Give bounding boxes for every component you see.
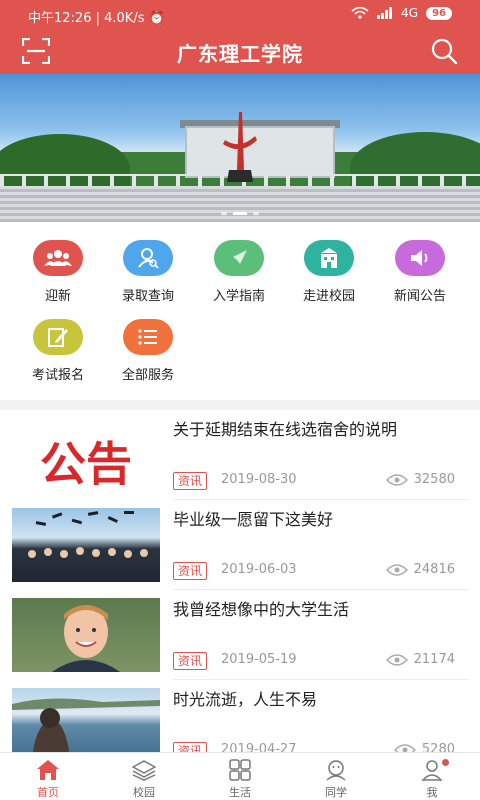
news-title: 我曾经想像中的大学生活: [173, 600, 350, 619]
menu-label: 走进校园: [302, 289, 355, 304]
carousel-dot[interactable]: [253, 212, 259, 215]
tab-campus[interactable]: 校园: [96, 753, 192, 800]
status-time: 中午12:26 | 4.0K/s ⏰: [28, 11, 165, 26]
grid-icon: [229, 759, 251, 781]
signal-icon: [377, 7, 393, 19]
menu-label: 考试报名: [31, 368, 84, 383]
school-building-icon: [304, 240, 354, 276]
menu-item-admission-query[interactable]: 录取查询: [103, 240, 193, 304]
network-type: 4G: [401, 6, 419, 20]
carousel-dots: [0, 212, 480, 215]
menu-item-campus-tour[interactable]: 走进校园: [284, 240, 374, 304]
section-divider: [0, 400, 480, 410]
views-count: 21174: [413, 652, 455, 667]
people-icon: [33, 240, 83, 276]
battery-badge: 96: [426, 6, 452, 20]
carousel-dot[interactable]: [221, 212, 227, 215]
search-icon[interactable]: [430, 37, 458, 65]
eye-icon: [385, 473, 408, 486]
news-item[interactable]: 毕业级一愿留下这美好 资讯 2019-06-03 24816: [0, 500, 480, 590]
news-views: 32580: [385, 472, 455, 487]
tab-label: 校园: [133, 786, 155, 799]
menu-item-all-services[interactable]: 全部服务: [103, 319, 193, 383]
news-views: 21174: [385, 652, 455, 667]
speaker-icon: [395, 240, 445, 276]
news-tag: 资讯: [173, 472, 208, 490]
notification-dot: [442, 759, 449, 766]
home-icon: [37, 760, 59, 780]
news-tag: 资讯: [173, 652, 208, 670]
list-icon: [123, 319, 173, 355]
news-views: 24816: [385, 562, 455, 577]
news-date: 2019-06-03: [221, 562, 297, 577]
status-right: 4G 96: [351, 6, 452, 20]
banner-carousel[interactable]: [0, 74, 480, 222]
carousel-dot-active[interactable]: [233, 212, 247, 215]
views-count: 32580: [413, 472, 455, 487]
news-title: 关于延期结束在线选宿舍的说明: [173, 420, 398, 439]
menu-item-enrollment-guide[interactable]: 入学指南: [194, 240, 284, 304]
status-bar: 中午12:26 | 4.0K/s ⏰ 4G 96: [0, 0, 480, 28]
tab-home[interactable]: 首页: [0, 753, 96, 800]
news-item[interactable]: 公告 关于延期结束在线选宿舍的说明 资讯 2019-08-30 32580: [0, 410, 480, 500]
news-title: 毕业级一愿留下这美好: [173, 510, 334, 529]
tab-label: 生活: [229, 786, 251, 799]
news-thumbnail: 公告: [12, 418, 160, 492]
wifi-icon: [351, 7, 369, 19]
classmates-icon: [326, 760, 346, 781]
alarm-icon: ⏰: [148, 11, 165, 26]
menu-label: 录取查询: [121, 289, 174, 304]
menu-item-exam-signup[interactable]: 考试报名: [13, 319, 103, 383]
tab-classmates[interactable]: 同学: [288, 753, 384, 800]
user-search-icon: [123, 240, 173, 276]
news-thumbnail: [12, 508, 160, 582]
service-menu: 迎新 录取查询 入学指南 走进校园 新闻公告 考试报名 全部服务: [0, 222, 480, 400]
news-thumbnail: [12, 688, 160, 762]
news-title: 时光流逝，人生不易: [173, 690, 318, 709]
page-title: 广东理工学院: [177, 42, 303, 66]
news-item[interactable]: 我曾经想像中的大学生活 资讯 2019-05-19 21174: [0, 590, 480, 680]
edit-form-icon: [33, 319, 83, 355]
eye-icon: [385, 563, 408, 576]
notice-thumb-text: 公告: [40, 437, 132, 491]
tab-label: 同学: [325, 786, 347, 799]
menu-item-welcome[interactable]: 迎新: [13, 240, 103, 304]
menu-label: 新闻公告: [393, 289, 446, 304]
tab-label: 我: [426, 786, 438, 799]
news-tag: 资讯: [173, 562, 208, 580]
layers-icon: [132, 760, 156, 781]
tab-me[interactable]: 我: [384, 753, 480, 800]
compass-icon: [214, 240, 264, 276]
views-count: 24816: [413, 562, 455, 577]
news-date: 2019-05-19: [221, 652, 297, 667]
tab-label: 首页: [37, 786, 59, 799]
user-icon: [421, 760, 443, 781]
news-thumbnail: [12, 598, 160, 672]
banner-sculpture: [223, 112, 257, 182]
menu-label: 迎新: [44, 289, 71, 304]
bottom-tab-bar: 首页 校园 生活 同学 我: [0, 752, 480, 800]
menu-item-news[interactable]: 新闻公告: [375, 240, 465, 304]
eye-icon: [385, 653, 408, 666]
menu-label: 入学指南: [212, 289, 265, 304]
news-date: 2019-08-30: [221, 472, 297, 487]
tab-life[interactable]: 生活: [192, 753, 288, 800]
menu-label: 全部服务: [121, 368, 174, 383]
app-header: 广东理工学院: [0, 28, 480, 74]
